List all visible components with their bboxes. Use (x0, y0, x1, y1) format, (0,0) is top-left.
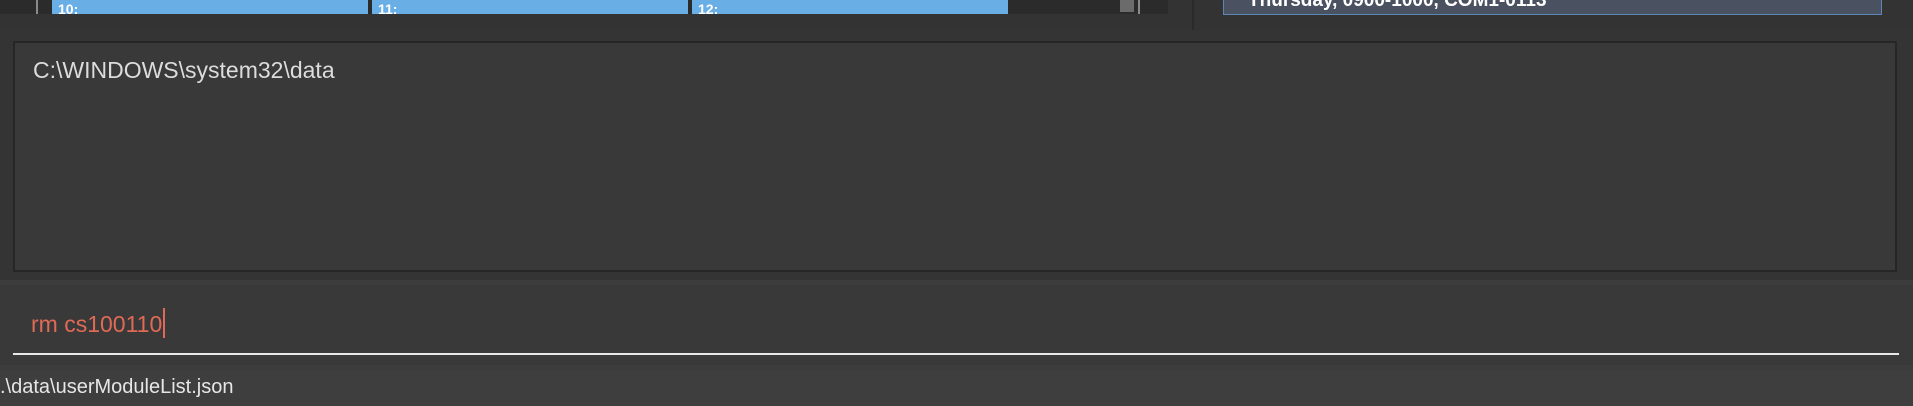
calendar-scrollbar-thumb[interactable] (1120, 0, 1134, 12)
calendar-divider (1138, 0, 1140, 14)
calendar-slot-label: 11: (378, 1, 398, 14)
command-underline (13, 353, 1899, 355)
result-display-panel: C:\WINDOWS\system32\data (0, 30, 1913, 280)
calendar-slot-11[interactable]: 11: (372, 0, 688, 14)
command-input-value: rm cs100110 (31, 311, 163, 337)
calendar-slot-label: 10: (58, 1, 79, 14)
calendar-divider (36, 0, 38, 14)
calendar-slot-10[interactable]: 10: (52, 0, 368, 14)
status-bar-save-path: .\data\userModuleList.json (0, 376, 234, 398)
module-card[interactable]: Thursday, 0900-1000, COM1-0113 (1223, 0, 1882, 15)
panel-separator[interactable] (1192, 0, 1194, 30)
module-list-panel: Thursday, 0900-1000, COM1-0113 (1205, 0, 1913, 30)
result-display[interactable]: C:\WINDOWS\system32\data (13, 41, 1897, 272)
command-input[interactable]: rm cs100110 (31, 308, 166, 338)
calendar-slot-12[interactable]: 12: (692, 0, 1008, 14)
result-text: C:\WINDOWS\system32\data (33, 57, 335, 83)
text-caret (163, 308, 166, 338)
calendar-panel: 10: 11: 12: (0, 0, 1168, 14)
top-panel-strip: 10: 11: 12: Thursday, 0900-1000, COM1-01… (0, 0, 1913, 30)
module-card-lesson: Thursday, 0900-1000, COM1-0113 (1248, 0, 1547, 11)
command-box[interactable]: rm cs100110 (13, 285, 1899, 355)
calendar-slot-label: 12: (698, 1, 719, 14)
command-panel: rm cs100110 (0, 285, 1913, 365)
status-bar: .\data\userModuleList.json (0, 370, 1913, 406)
